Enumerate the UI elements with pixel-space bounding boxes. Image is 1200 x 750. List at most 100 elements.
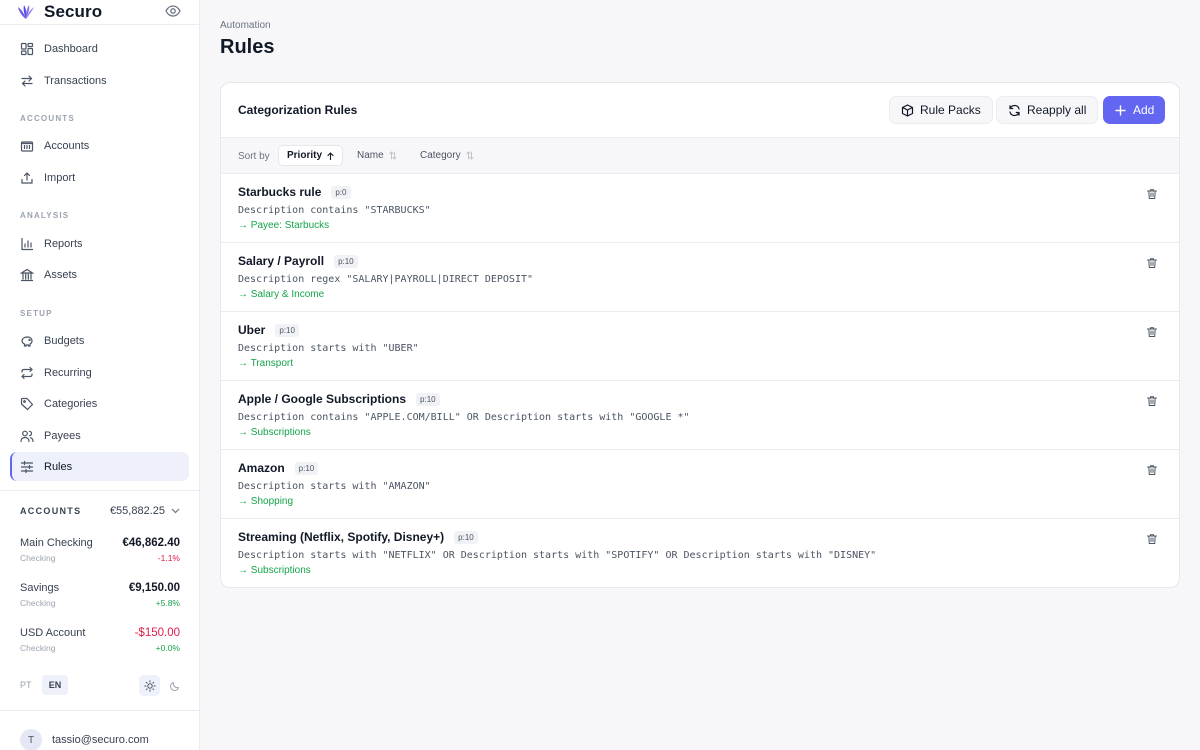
sort-label: Sort by [238,151,270,162]
rule-packs-button[interactable]: Rule Packs [889,96,993,124]
accounts-summary[interactable]: ACCOUNTS €55,882.25 [20,505,180,517]
nav-budgets[interactable]: Budgets [10,326,189,355]
trash-icon[interactable] [1146,326,1158,338]
avatar: T [20,729,42,750]
rule-row[interactable]: Amazon p:10 Description starts with "AMA… [221,450,1179,519]
add-rule-button[interactable]: Add [1103,96,1166,124]
nav-dashboard[interactable]: Dashboard [10,34,189,63]
rule-action: → Shopping [238,496,294,507]
breadcrumb[interactable]: Automation [220,20,271,31]
transfer-arrows-icon [21,74,33,87]
nav-assets[interactable]: Assets [10,260,189,289]
nav-label: Budgets [44,334,85,347]
rule-header: Salary / Payroll p:10 [238,254,358,268]
priority-badge: p:10 [275,323,299,337]
plus-icon [1115,104,1126,116]
sort-bar: Sort by Priority Name Category [221,137,1179,174]
sidebar: Securo Dashboard Transactions ACCOUNTS A… [0,0,200,750]
rule-condition: Description starts with "UBER" [238,343,419,354]
nav-label: Rules [44,460,73,473]
trash-icon[interactable] [1146,188,1158,200]
brand[interactable]: Securo [16,2,102,22]
divider [0,490,200,491]
rule-action: → Transport [238,358,294,369]
rule-header: Starbucks rule p:0 [238,185,351,199]
account-item[interactable]: Savings Checking €9,150.00 +5.8% [20,582,180,616]
eye-icon[interactable] [165,4,181,18]
rule-header: Apple / Google Subscriptions p:10 [238,392,440,406]
rule-header: Streaming (Netflix, Spotify, Disney+) p:… [238,530,478,544]
light-theme-button[interactable] [139,675,160,696]
account-type: Checking [20,598,56,608]
rule-name: Streaming (Netflix, Spotify, Disney+) [238,530,445,544]
language-en-button[interactable]: EN [42,675,68,695]
language-pt-button[interactable]: PT [20,675,32,695]
nav-reports[interactable]: Reports [10,229,189,258]
user-menu[interactable]: T tassio@securo.com [20,729,149,750]
rule-condition: Description contains "APPLE.COM/BILL" OR… [238,412,690,423]
chevron-down-icon [171,508,180,514]
section-label-analysis: ANALYSIS [20,211,70,220]
rule-condition: Description starts with "NETFLIX" OR Des… [238,550,877,561]
nav-label: Accounts [44,139,90,152]
rule-action: → Subscriptions [238,565,311,576]
sort-name-button[interactable]: Name [349,145,405,166]
dark-theme-button[interactable] [164,675,185,696]
nav-recurring[interactable]: Recurring [10,358,189,387]
rule-row[interactable]: Uber p:10 Description starts with "UBER"… [221,312,1179,381]
nav-label: Recurring [44,366,92,379]
account-balance: €9,150.00 [128,582,180,594]
sun-icon [143,679,156,692]
user-email: tassio@securo.com [52,734,149,746]
trash-icon[interactable] [1146,464,1158,476]
nav-label: Assets [44,268,78,281]
rule-row[interactable]: Streaming (Netflix, Spotify, Disney+) p:… [221,519,1179,587]
nav-transactions[interactable]: Transactions [10,66,189,95]
rule-row[interactable]: Apple / Google Subscriptions p:10 Descri… [221,381,1179,450]
rule-packs-label: Rule Packs [920,103,981,117]
priority-badge: p:10 [416,392,440,406]
rule-row[interactable]: Salary / Payroll p:10 Description regex … [221,243,1179,312]
sort-priority-button[interactable]: Priority [278,145,344,166]
trash-icon[interactable] [1146,257,1158,269]
card-title: Categorization Rules [238,103,358,117]
trash-icon[interactable] [1146,533,1158,545]
sort-arrows-icon [465,151,474,160]
nav-categories[interactable]: Categories [10,389,189,418]
bank-icon [20,140,34,152]
sort-category-button[interactable]: Category [412,145,482,166]
trash-icon[interactable] [1146,395,1158,407]
nav-payees[interactable]: Payees [10,421,189,450]
accounts-summary-label: ACCOUNTS [20,506,82,516]
rule-name: Amazon [238,461,285,475]
rule-row[interactable]: Starbucks rule p:0 Description contains … [221,174,1179,243]
nav-rules[interactable]: Rules [10,452,189,481]
account-item[interactable]: USD Account Checking -$150.00 +0.0% [20,627,180,661]
reapply-all-button[interactable]: Reapply all [996,96,1099,124]
users-icon [20,430,34,442]
tag-icon [20,397,34,410]
nav-label: Dashboard [44,42,98,55]
account-item[interactable]: Main Checking Checking €46,862.40 -1.1% [20,537,180,571]
rule-header: Uber p:10 [238,323,299,337]
account-type: Checking [20,643,56,653]
priority-badge: p:10 [334,254,358,268]
rule-condition: Description starts with "AMAZON" [238,481,431,492]
logo-icon [18,5,34,19]
account-change: +0.0% [155,643,180,653]
nav-accounts[interactable]: Accounts [10,131,189,160]
moon-icon [169,681,179,691]
reapply-all-label: Reapply all [1027,103,1087,117]
rule-name: Apple / Google Subscriptions [238,392,407,406]
nav-label: Categories [44,397,98,410]
divider [0,710,200,711]
accounts-total: €55,882.25 [110,505,180,517]
rule-action: → Payee: Starbucks [238,220,330,231]
nav-import[interactable]: Import [10,163,189,192]
refresh-icon [1009,104,1020,116]
nav-label: Payees [44,429,81,442]
account-name: Main Checking [20,537,93,549]
rule-action: → Subscriptions [238,427,311,438]
sliders-icon [20,460,34,473]
rule-action: → Salary & Income [238,289,325,300]
